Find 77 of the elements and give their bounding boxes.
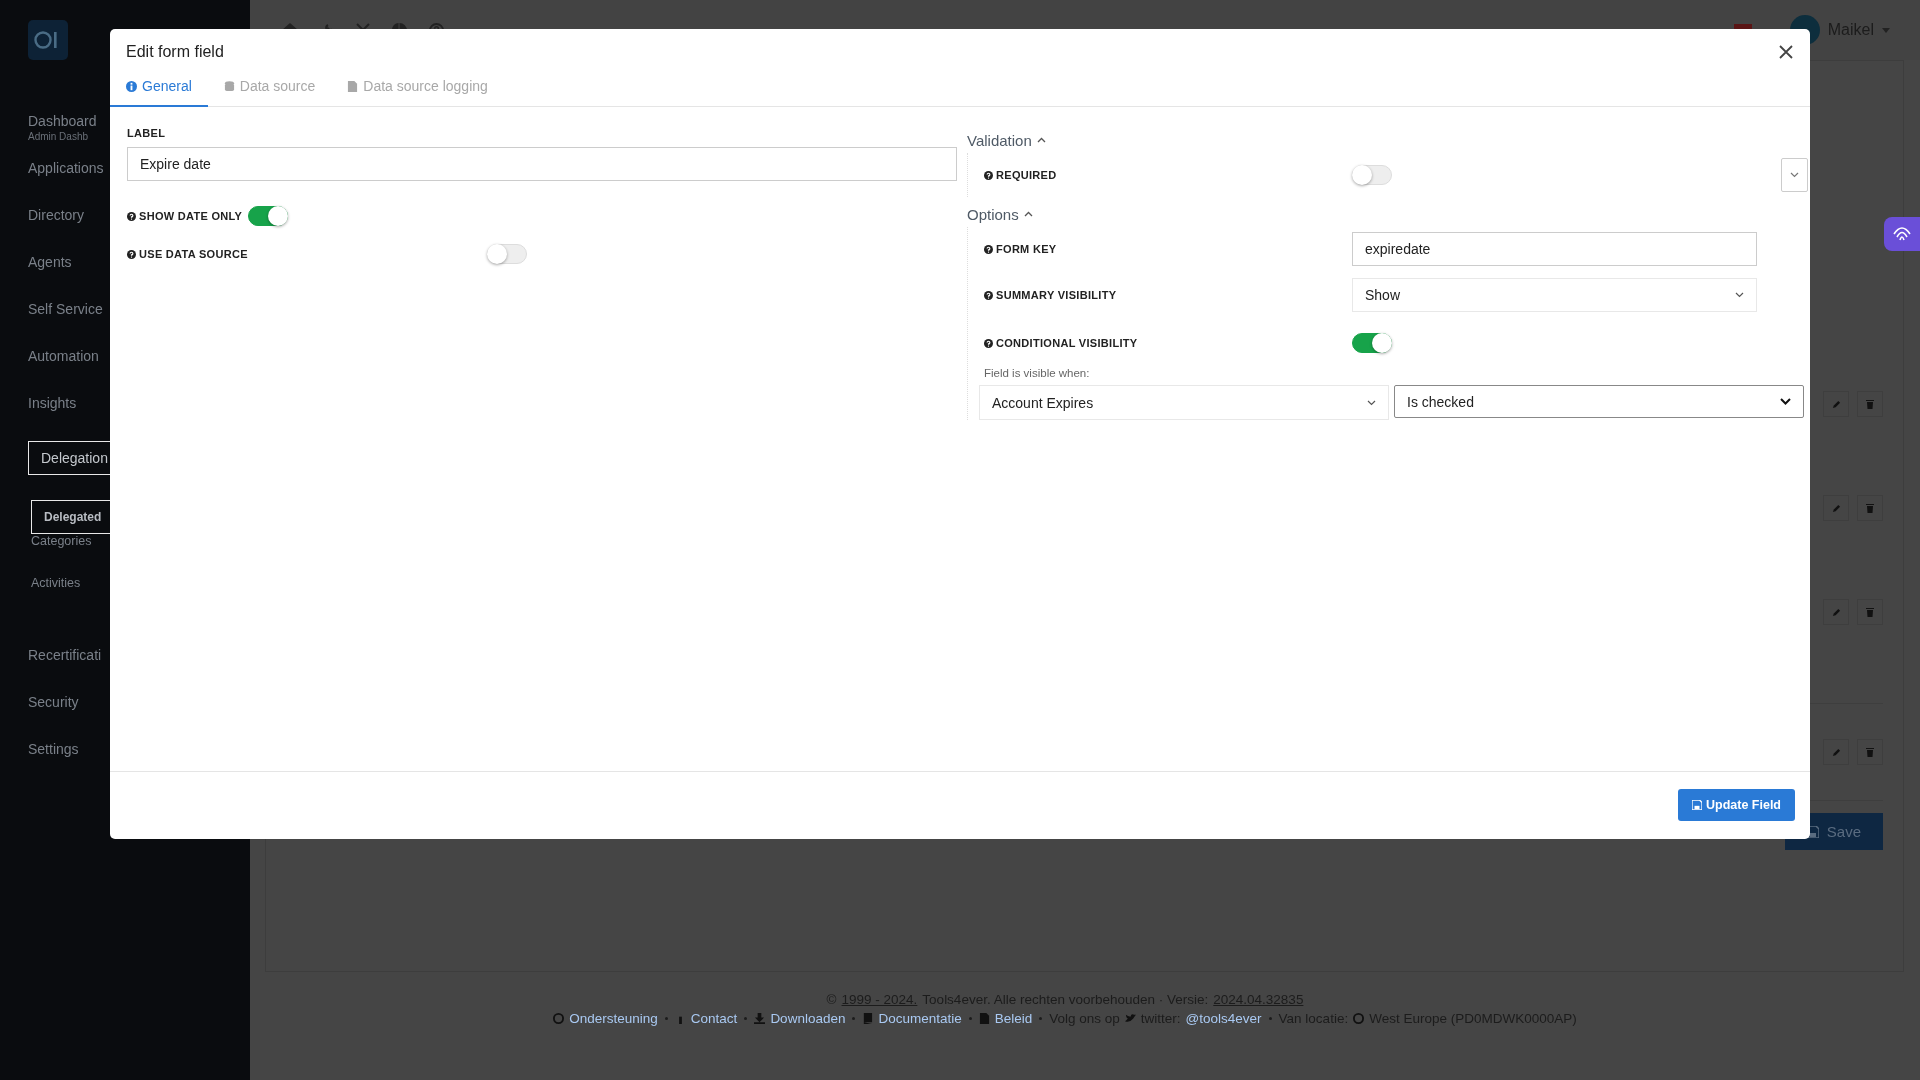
footer-link[interactable]: Downloaden: [770, 1011, 846, 1026]
logo-icon[interactable]: [28, 20, 68, 60]
help-icon: [984, 290, 993, 300]
dialog-title: Edit form field: [126, 43, 224, 61]
label-input[interactable]: Expire date: [127, 147, 957, 181]
field-label: FORM KEY: [996, 243, 1057, 255]
database-icon: [223, 80, 235, 92]
close-button[interactable]: [1777, 43, 1795, 61]
separator-dot: [1039, 1017, 1043, 1020]
toggle-switch[interactable]: [248, 206, 289, 226]
chevron-icon: [1036, 137, 1046, 143]
footer-link[interactable]: Documentatie: [878, 1011, 962, 1026]
help-icon: [984, 338, 993, 348]
help-icon: [127, 249, 136, 259]
footer-link[interactable]: Contact: [690, 1011, 738, 1026]
sidebar-subtitle: Admin Dashb: [28, 130, 89, 143]
chevron-icon: [1023, 211, 1033, 217]
sidebar-subitem[interactable]: Activities: [31, 576, 81, 618]
caret-icon: [1882, 27, 1890, 33]
separator-dot: [968, 1017, 972, 1020]
field-select[interactable]: Account Expires: [979, 385, 1389, 420]
chevron-down-icon: [1367, 399, 1376, 406]
footer-link[interactable]: Ondersteuning: [569, 1011, 658, 1026]
bird-icon: [1124, 1013, 1136, 1024]
tab[interactable]: General: [110, 67, 208, 107]
sidebar-item[interactable]: Settings: [28, 740, 79, 758]
sidebar-item[interactable]: Insights: [28, 394, 77, 412]
field-label: SUMMARY VISIBILITY: [996, 289, 1117, 301]
help-icon: [127, 211, 136, 221]
form-key-input[interactable]: expiredate: [1352, 232, 1757, 266]
edit-icon[interactable]: [1823, 739, 1849, 765]
field-label: SHOW DATE ONLY: [139, 210, 243, 222]
footer-link[interactable]: Beleid: [994, 1011, 1033, 1026]
chevron-down-icon: [1780, 398, 1791, 405]
sidebar-item[interactable]: Applications: [28, 159, 104, 177]
field-label: USE DATA SOURCE: [139, 248, 248, 260]
chevron-down-icon: [1790, 172, 1799, 178]
sidebar-item[interactable]: Dashboard: [28, 112, 97, 130]
section-header[interactable]: Validation: [967, 127, 1808, 153]
file-icon: [978, 1013, 990, 1024]
dropdown-button[interactable]: [1781, 158, 1808, 192]
field-label: CONDITIONAL VISIBILITY: [996, 337, 1138, 349]
help-icon: [984, 170, 993, 180]
separator-dot: [744, 1017, 748, 1020]
sidebar-subitem[interactable]: Categories: [31, 534, 92, 576]
operator-select[interactable]: Is checked: [1394, 385, 1804, 418]
separator-dot: [1268, 1017, 1272, 1020]
field-label: LABEL: [127, 127, 167, 139]
help-icon: [984, 244, 993, 254]
trash-icon[interactable]: [1857, 495, 1883, 521]
sidebar-item[interactable]: Self Service: [28, 300, 103, 318]
condition-caption: Field is visible when:: [984, 367, 1091, 379]
summary-visibility-select[interactable]: Show: [1352, 278, 1757, 312]
trash-icon[interactable]: [1857, 599, 1883, 625]
download-icon: [754, 1013, 766, 1024]
edit-icon[interactable]: [1823, 495, 1849, 521]
field-label: REQUIRED: [996, 169, 1057, 181]
sidebar-item[interactable]: Directory: [28, 206, 84, 224]
edit-icon[interactable]: [1823, 391, 1849, 417]
sidebar-item[interactable]: Automation: [28, 347, 99, 365]
separator-dot: [852, 1017, 856, 1020]
separator-dot: [664, 1017, 668, 1020]
section-header[interactable]: Options: [967, 201, 1808, 227]
footer-link[interactable]: @tools4ever: [1185, 1011, 1262, 1026]
update-field-button[interactable]: Update Field: [1678, 789, 1795, 821]
chevron-down-icon: [1735, 292, 1744, 298]
sidebar-item[interactable]: Security: [28, 693, 79, 711]
footer-text: ©: [826, 992, 837, 1007]
toggle-switch[interactable]: [1352, 333, 1392, 353]
edit-icon[interactable]: [1823, 599, 1849, 625]
fingerprint-button[interactable]: [1884, 217, 1920, 251]
book-icon: [862, 1013, 874, 1024]
trash-icon[interactable]: [1857, 391, 1883, 417]
sidebar-item[interactable]: Recertificati: [28, 646, 102, 664]
file-icon: [347, 80, 359, 92]
sidebar-item[interactable]: Agents: [28, 253, 72, 271]
trash-icon[interactable]: [1857, 739, 1883, 765]
